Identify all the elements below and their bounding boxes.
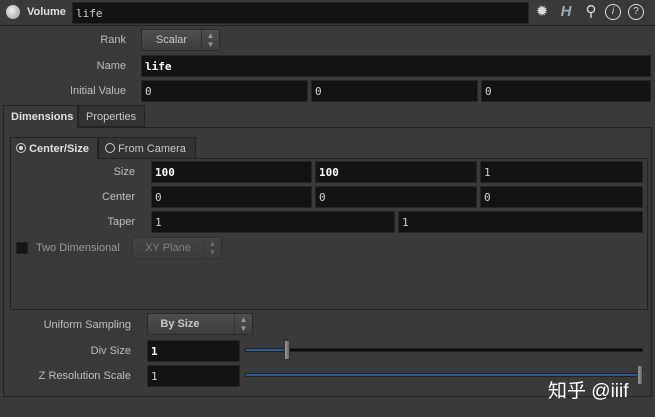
size-label: Size	[113, 166, 135, 178]
help-icon[interactable]: ?	[628, 4, 644, 20]
header-bar: Volume life ✹ H ⚲ i ?	[0, 0, 655, 26]
updown-arrow-icon: ▲ ▼	[234, 314, 252, 334]
mode-label: Center/Size	[29, 143, 89, 155]
taper-y[interactable]: 1	[398, 211, 643, 233]
updown-arrow-icon: ▲ ▼	[201, 30, 219, 50]
initial-value-z[interactable]: 0	[481, 80, 651, 102]
search-icon[interactable]: ⚲	[582, 3, 600, 21]
size-x[interactable]: 100	[151, 161, 312, 183]
rank-value: Scalar	[155, 34, 188, 46]
size-y[interactable]: 100	[315, 161, 477, 183]
updown-arrow-icon: ▲ ▼	[203, 238, 221, 258]
two-dimensional-label: Two Dimensional	[36, 242, 120, 254]
name-input[interactable]: life	[141, 55, 651, 77]
size-z[interactable]: 1	[480, 161, 643, 183]
rank-label: Rank	[100, 34, 126, 46]
center-label: Center	[101, 191, 135, 203]
mode-tab-from-camera[interactable]: From Camera	[98, 137, 196, 159]
div-size-slider[interactable]	[245, 348, 643, 352]
z-resolution-slider-handle[interactable]	[637, 365, 643, 385]
z-resolution-scale-input[interactable]: 1	[147, 365, 240, 387]
tab-dimensions[interactable]: Dimensions	[3, 105, 78, 128]
initial-value-label: Initial Value	[69, 85, 126, 97]
info-icon[interactable]: i	[605, 4, 621, 20]
watermark: 知乎 @iiif	[548, 381, 629, 402]
radio-selected-icon	[16, 143, 26, 153]
div-size-label: Div Size	[90, 345, 131, 357]
uniform-sampling-value: By Size	[160, 318, 200, 330]
div-size-input[interactable]: 1	[147, 340, 240, 362]
initial-value-x[interactable]: 0	[141, 80, 308, 102]
div-size-slider-handle[interactable]	[284, 340, 291, 360]
center-y[interactable]: 0	[315, 186, 477, 208]
rank-dropdown[interactable]: Scalar ▲ ▼	[141, 29, 220, 51]
two-dimensional-checkbox[interactable]	[16, 242, 28, 254]
tab-properties[interactable]: Properties	[78, 105, 145, 127]
taper-x[interactable]: 1	[151, 211, 395, 233]
center-z[interactable]: 0	[480, 186, 643, 208]
uniform-sampling-dropdown[interactable]: By Size ▲ ▼	[147, 313, 253, 335]
houdini-h-icon[interactable]: H	[557, 3, 575, 21]
volume-node-icon[interactable]	[6, 5, 20, 19]
name-label: Name	[96, 60, 126, 72]
radio-empty-icon	[105, 143, 115, 153]
initial-value-y[interactable]: 0	[311, 80, 478, 102]
plane-value: XY Plane	[145, 242, 191, 254]
plane-dropdown[interactable]: XY Plane ▲ ▼	[132, 237, 222, 259]
slider-fill	[246, 349, 286, 351]
node-name-input[interactable]: life	[72, 2, 529, 24]
taper-label: Taper	[107, 216, 135, 228]
node-type-label: Volume	[27, 6, 66, 18]
mode-label: From Camera	[118, 143, 186, 155]
gear-icon[interactable]: ✹	[533, 3, 551, 21]
uniform-sampling-label: Uniform Sampling	[43, 319, 131, 331]
center-x[interactable]: 0	[151, 186, 312, 208]
mode-tab-center-size[interactable]: Center/Size	[10, 137, 98, 159]
z-resolution-scale-label: Z Resolution Scale	[38, 370, 131, 382]
